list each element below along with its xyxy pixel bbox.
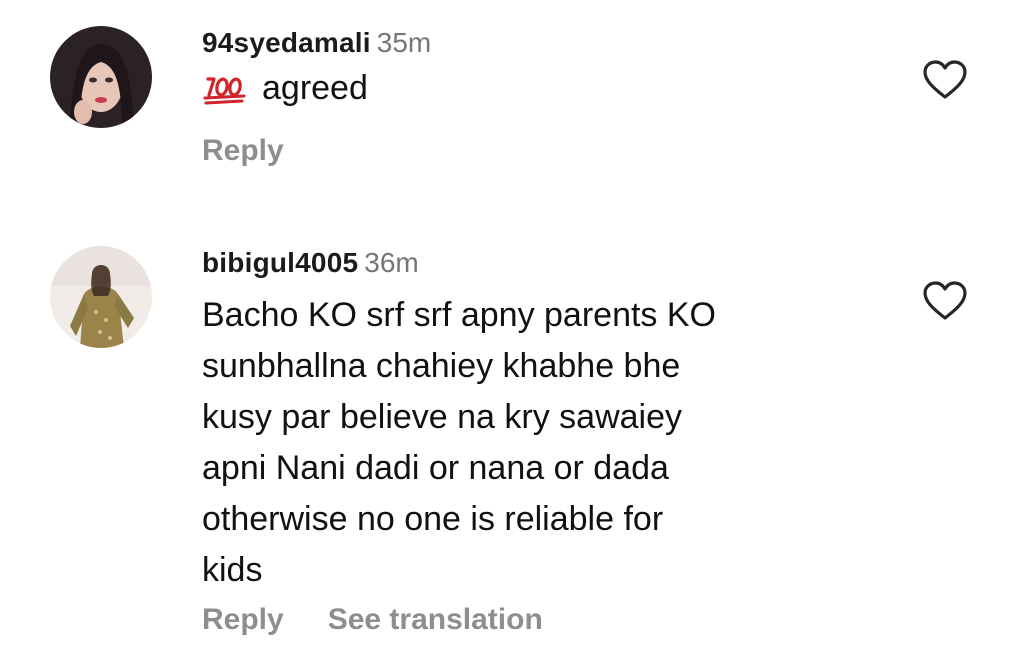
avatar[interactable] [50,26,152,128]
comment-text-content: agreed [262,69,368,107]
username[interactable]: bibigul4005 [202,247,358,278]
reply-button[interactable]: Reply [202,134,284,167]
comment-text-line: otherwise no one is reliable for [202,500,664,538]
comment-meta: bibigul4005 36m [202,246,882,280]
reply-button[interactable]: Reply [202,603,284,636]
like-heart-icon[interactable] [922,59,968,101]
hundred-points-emoji-icon [202,69,248,120]
avatar-image [50,26,152,128]
timestamp: 36m [364,247,419,278]
comment-text-line: apni Nani dadi or nana or dada [202,449,669,487]
comment-meta: 94syedamali 35m [202,26,882,60]
like-heart-icon[interactable] [922,280,968,322]
comment-text: Bacho KO srf srf apny parents KO sunbhal… [202,290,882,596]
comment-text: agreed [202,63,882,120]
comment-text-line: sunbhallna chahiey khabhe bhe [202,347,681,385]
comment-text-line: kids [202,551,263,589]
avatar-image [50,246,152,348]
see-translation-button[interactable]: See translation [328,603,543,636]
username[interactable]: 94syedamali [202,27,371,58]
comment-actions: Reply See translation [202,600,882,640]
timestamp: 35m [376,27,432,58]
comment-text-line: Bacho KO srf srf apny parents KO [202,296,717,334]
comment-actions: Reply [202,131,882,171]
comment-text-line: kusy par believe na kry sawaiey [202,398,683,436]
avatar[interactable] [50,246,152,348]
